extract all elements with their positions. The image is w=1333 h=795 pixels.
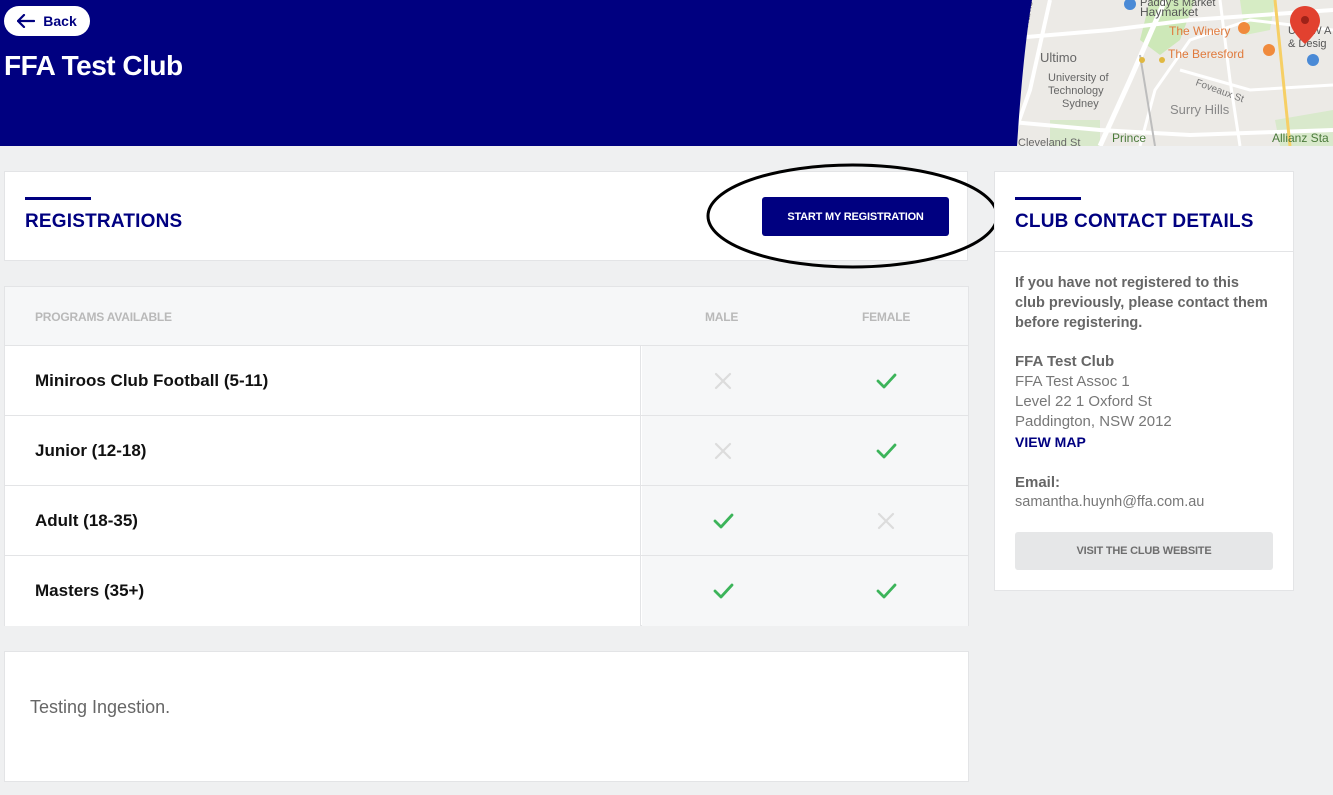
contact-assoc: FFA Test Assoc 1 [1015,373,1130,390]
registrations-title: REGISTRATIONS [25,211,183,232]
map-label: The Beresford [1168,47,1244,61]
title-accent-bar [1015,197,1081,200]
map-label: University of [1048,72,1109,84]
club-contact-card: CLUB CONTACT DETAILS If you have not reg… [994,171,1294,591]
visit-website-button[interactable]: VISIT THE CLUB WEBSITE [1015,532,1273,570]
title-accent-bar [25,197,91,200]
program-name: Masters (35+) [35,581,145,600]
contact-email[interactable]: samantha.huynh@ffa.com.au [1015,494,1204,510]
view-map-link[interactable]: VIEW MAP [1015,434,1086,450]
table-row: Junior (12-18) [5,416,968,486]
map-label: Haymarket [1140,5,1199,19]
start-registration-button[interactable]: START MY REGISTRATION [762,197,949,236]
program-name: Junior (12-18) [35,441,147,460]
column-header-programs: PROGRAMS AVAILABLE [35,310,172,324]
club-location-map[interactable]: Paddy's Market Haymarket The Winery The … [990,0,1333,146]
club-description-card: Testing Ingestion. [4,651,969,782]
club-description: Testing Ingestion. [30,697,171,717]
cross-icon [714,372,732,390]
check-icon [713,583,734,599]
map-label: Cleveland St [1018,137,1080,146]
programs-table: PROGRAMS AVAILABLE MALE FEMALE Miniroos … [4,286,969,626]
table-row: Masters (35+) [5,556,968,626]
table-header: PROGRAMS AVAILABLE MALE FEMALE [5,287,968,346]
check-icon [876,583,897,599]
program-name: Adult (18-35) [35,511,138,530]
contact-title: CLUB CONTACT DETAILS [1015,211,1254,232]
map-label: Technology [1048,85,1104,97]
contact-address-line1: Level 22 1 Oxford St [1015,393,1152,410]
contact-header: CLUB CONTACT DETAILS [995,172,1293,252]
check-icon [876,373,897,389]
check-icon [876,443,897,459]
program-name: Miniroos Club Football (5-11) [35,371,269,390]
map-label: Sydney [1062,98,1099,110]
contact-intro: If you have not registered to this club … [1015,275,1268,331]
cross-icon [877,512,895,530]
map-label: Ultimo [1040,50,1077,65]
registrations-card: REGISTRATIONS START MY REGISTRATION [4,171,968,261]
column-header-male: MALE [705,310,739,324]
map-label: The Winery [1169,24,1230,38]
table-row: Adult (18-35) [5,486,968,556]
map-label: Surry Hills [1170,102,1230,117]
table-row: Miniroos Club Football (5-11) [5,346,968,416]
back-button[interactable]: Back [4,6,90,36]
email-label: Email: [1015,474,1061,491]
contact-address-line2: Paddington, NSW 2012 [1015,413,1172,430]
cross-icon [714,442,732,460]
arrow-left-icon [17,14,36,28]
map-label: Allianz Sta [1272,131,1329,145]
back-label: Back [43,13,77,29]
check-icon [713,513,734,529]
column-header-female: FEMALE [862,310,911,324]
page-title: FFA Test Club [4,50,183,81]
map-label: Prince [1112,131,1146,145]
club-header: Paddy's Market Haymarket The Winery The … [0,0,1333,146]
contact-club-name: FFA Test Club [1015,353,1115,370]
